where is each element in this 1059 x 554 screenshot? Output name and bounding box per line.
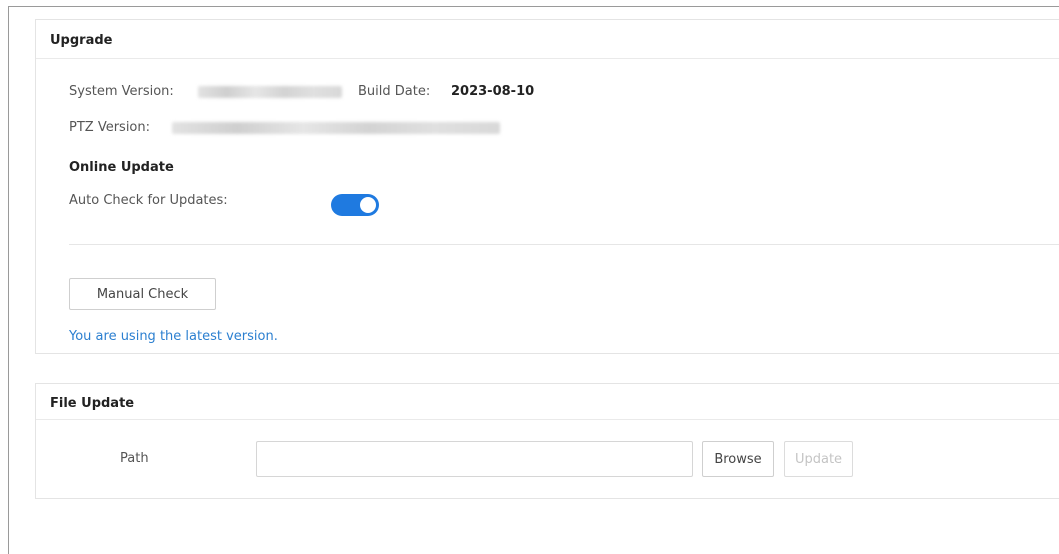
build-date-value: 2023-08-10 (451, 84, 535, 99)
update-button[interactable]: Update (784, 441, 853, 477)
path-input[interactable] (256, 441, 693, 477)
online-update-divider (69, 244, 1059, 245)
system-version-label: System Version: (69, 84, 174, 99)
toggle-knob (360, 197, 376, 213)
online-update-heading: Online Update (69, 160, 174, 175)
file-update-title-divider (36, 419, 1059, 420)
ptz-version-label: PTZ Version: (69, 120, 151, 135)
browse-button[interactable]: Browse (702, 441, 774, 477)
system-version-value-redacted (198, 86, 342, 98)
update-status-message: You are using the latest version. (69, 329, 278, 344)
auto-check-label: Auto Check for Updates: (69, 193, 228, 208)
upgrade-panel-title: Upgrade (50, 33, 113, 48)
file-update-panel-title: File Update (50, 396, 135, 411)
path-label: Path (120, 451, 149, 466)
manual-check-button[interactable]: Manual Check (69, 278, 216, 310)
upgrade-title-divider (36, 58, 1059, 59)
auto-check-toggle[interactable] (331, 194, 379, 216)
build-date-label: Build Date: (358, 84, 431, 99)
ptz-version-value-redacted (172, 122, 500, 134)
